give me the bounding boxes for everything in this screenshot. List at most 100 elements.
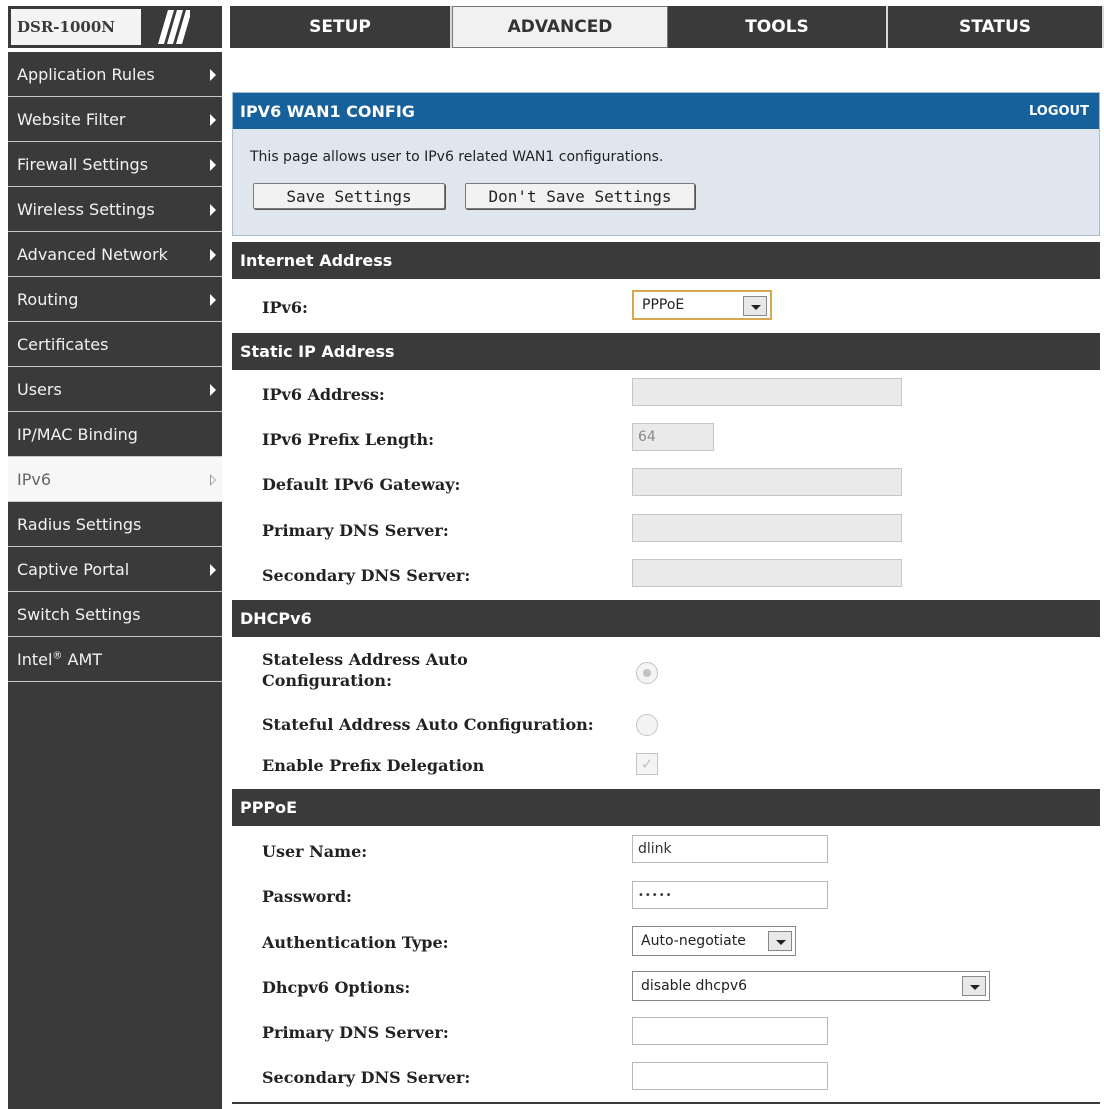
main-content: IPV6 WAN1 CONFIG LOGOUT This page allows…: [230, 52, 1104, 1109]
main-tabs: SETUP ADVANCED TOOLS STATUS: [230, 6, 1104, 48]
static-secondary-dns-label: Secondary DNS Server:: [262, 566, 471, 585]
section-dhcpv6: DHCPv6: [232, 600, 1100, 637]
stateless-radio[interactable]: [636, 662, 658, 684]
chevron-down-icon[interactable]: [743, 296, 767, 316]
sidebar-item-certificates[interactable]: Certificates: [8, 322, 222, 367]
stateless-label-line2: Configuration:: [262, 671, 392, 690]
arrow-right-icon: [210, 159, 216, 171]
amt-text: AMT: [62, 649, 103, 669]
pppoe-primary-dns-input[interactable]: [632, 1017, 828, 1045]
arrow-right-icon: [210, 384, 216, 396]
static-secondary-dns-input[interactable]: [632, 559, 902, 587]
section-static-ip: Static IP Address: [232, 333, 1100, 370]
ipv6-address-label: IPv6 Address:: [262, 385, 385, 404]
sidebar-item-users[interactable]: Users: [8, 367, 222, 412]
static-primary-dns-input[interactable]: [632, 514, 902, 542]
dhcpv6-options-value: disable dhcpv6: [641, 978, 748, 994]
username-input[interactable]: dlink: [632, 835, 828, 863]
ipv6-address-input[interactable]: [632, 378, 902, 406]
sidebar-item-label: Intel® AMT: [17, 650, 102, 669]
sidebar-item-label: Switch Settings: [17, 604, 141, 624]
sidebar-item-label: Certificates: [17, 334, 109, 354]
sidebar-item-label: Wireless Settings: [17, 199, 155, 219]
sidebar-item-ipv6[interactable]: IPv6: [8, 457, 222, 502]
arrow-right-icon: [210, 69, 216, 81]
sidebar-item-routing[interactable]: Routing: [8, 277, 222, 322]
stateful-radio[interactable]: [636, 714, 658, 736]
prefix-delegation-checkbox[interactable]: ✓: [636, 753, 658, 775]
arrow-right-icon: [210, 204, 216, 216]
sidebar-item-captive-portal[interactable]: Captive Portal: [8, 547, 222, 592]
intel-text: Intel: [17, 649, 53, 669]
pppoe-primary-dns-label: Primary DNS Server:: [262, 1023, 449, 1042]
password-label: Password:: [262, 887, 352, 906]
ipv6-mode-value: PPPoE: [642, 297, 685, 313]
tab-tools[interactable]: TOOLS: [668, 6, 888, 48]
sidebar-item-label: Firewall Settings: [17, 154, 149, 174]
arrow-right-outline-icon: [210, 474, 216, 486]
pppoe-secondary-dns-input[interactable]: [632, 1062, 828, 1090]
dhcpv6-options-label: Dhcpv6 Options:: [262, 978, 411, 997]
sidebar-item-label: Website Filter: [17, 109, 126, 129]
ipv6-prefix-length-label: IPv6 Prefix Length:: [262, 430, 435, 449]
auth-type-value: Auto-negotiate: [641, 933, 746, 949]
section-pppoe: PPPoE: [232, 789, 1100, 826]
sidebar-item-label: Application Rules: [17, 64, 155, 84]
chevron-down-icon[interactable]: [962, 976, 986, 996]
config-panel: IPV6 WAN1 CONFIG LOGOUT This page allows…: [232, 92, 1100, 236]
brand-logo: DSR-1000N: [8, 6, 222, 48]
dont-save-settings-button[interactable]: Don't Save Settings: [465, 183, 695, 209]
arrow-right-icon: [210, 114, 216, 126]
sidebar-item-advanced-network[interactable]: Advanced Network: [8, 232, 222, 277]
password-input[interactable]: •••••: [632, 881, 828, 909]
auth-type-label: Authentication Type:: [262, 933, 449, 952]
sidebar-item-wireless-settings[interactable]: Wireless Settings: [8, 187, 222, 232]
tab-setup[interactable]: SETUP: [230, 6, 452, 48]
sidebar-item-label: Advanced Network: [17, 244, 168, 264]
arrow-right-icon: [210, 249, 216, 261]
chevron-down-icon[interactable]: [768, 931, 792, 951]
sidebar: Application Rules Website Filter Firewal…: [8, 52, 222, 1109]
model-name: DSR-1000N: [11, 9, 141, 45]
stateless-label: Stateless Address Auto Configuration:: [262, 649, 468, 691]
tab-advanced[interactable]: ADVANCED: [452, 6, 668, 48]
save-settings-button[interactable]: Save Settings: [253, 183, 445, 209]
config-header: IPV6 WAN1 CONFIG LOGOUT: [233, 93, 1099, 129]
default-gateway-label: Default IPv6 Gateway:: [262, 475, 461, 494]
checkmark-icon: ✓: [640, 755, 654, 773]
sidebar-item-ip-mac-binding[interactable]: IP/MAC Binding: [8, 412, 222, 457]
sidebar-item-firewall-settings[interactable]: Firewall Settings: [8, 142, 222, 187]
auth-type-select[interactable]: Auto-negotiate: [632, 926, 796, 956]
sidebar-item-label: Routing: [17, 289, 79, 309]
prefix-delegation-label: Enable Prefix Delegation: [262, 756, 485, 775]
registered-mark: ®: [52, 650, 63, 662]
ipv6-mode-label: IPv6:: [262, 298, 308, 317]
sidebar-item-switch-settings[interactable]: Switch Settings: [8, 592, 222, 637]
arrow-right-icon: [210, 294, 216, 306]
pppoe-secondary-dns-label: Secondary DNS Server:: [262, 1068, 471, 1087]
stateless-label-line1: Stateless Address Auto: [262, 650, 468, 669]
page-description: This page allows user to IPv6 related WA…: [250, 149, 664, 165]
username-label: User Name:: [262, 842, 368, 861]
default-gateway-input[interactable]: [632, 468, 902, 496]
sidebar-item-application-rules[interactable]: Application Rules: [8, 52, 222, 97]
logo-slashes-icon: [158, 10, 190, 44]
ipv6-prefix-length-input[interactable]: 64: [632, 423, 714, 451]
sidebar-item-label: Users: [17, 379, 62, 399]
logout-link[interactable]: LOGOUT: [1029, 104, 1089, 119]
divider: [232, 1102, 1100, 1104]
ipv6-mode-select[interactable]: PPPoE: [632, 290, 772, 320]
page-title: IPV6 WAN1 CONFIG: [240, 101, 415, 121]
static-primary-dns-label: Primary DNS Server:: [262, 521, 449, 540]
tab-status[interactable]: STATUS: [888, 6, 1104, 48]
sidebar-item-label: Captive Portal: [17, 559, 130, 579]
sidebar-item-radius-settings[interactable]: Radius Settings: [8, 502, 222, 547]
sidebar-item-intel-amt[interactable]: Intel® AMT: [8, 637, 222, 682]
sidebar-item-label: Radius Settings: [17, 514, 142, 534]
sidebar-item-website-filter[interactable]: Website Filter: [8, 97, 222, 142]
dhcpv6-options-select[interactable]: disable dhcpv6: [632, 971, 990, 1001]
sidebar-item-label: IP/MAC Binding: [17, 424, 138, 444]
sidebar-item-label: IPv6: [17, 469, 52, 489]
section-internet-address: Internet Address: [232, 242, 1100, 279]
arrow-right-icon: [210, 564, 216, 576]
